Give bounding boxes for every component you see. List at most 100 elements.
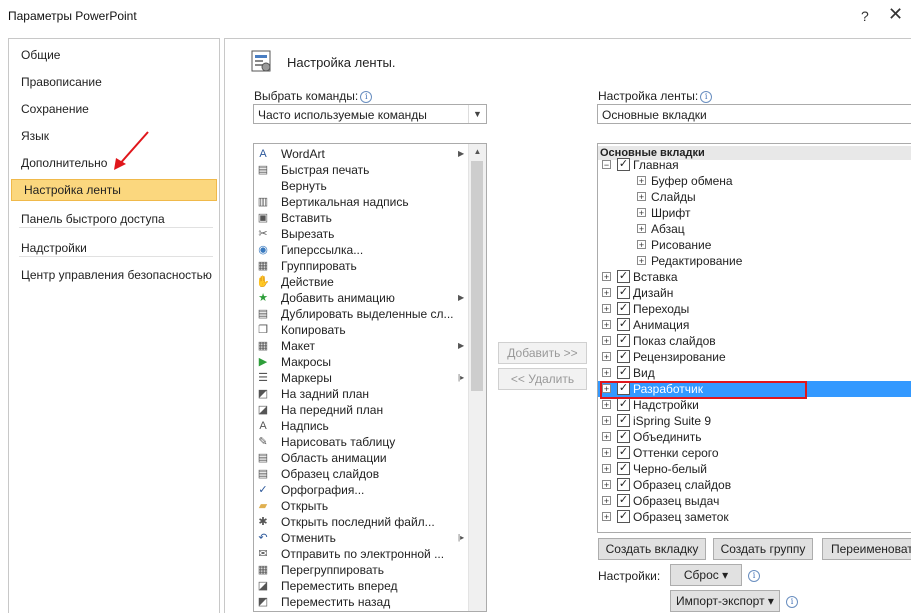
ribbon-tab-item[interactable]: + Шрифт (598, 205, 911, 221)
command-item[interactable]: ✋ Действие (254, 274, 470, 290)
command-item[interactable]: ▤ Область анимации (254, 450, 470, 466)
import-export-button[interactable]: Импорт-экспорт ▾ (670, 590, 780, 612)
sidebar-item[interactable]: Настройка ленты (11, 179, 217, 201)
tab-checkbox[interactable]: ✓ (617, 414, 630, 427)
rename-button[interactable]: Переименовать... (822, 538, 911, 560)
new-group-button[interactable]: Создать группу (713, 538, 813, 560)
command-item[interactable]: ✂ Вырезать (254, 226, 470, 242)
ribbon-tab-item[interactable]: + ✓ Образец выдач (598, 493, 911, 509)
tab-checkbox[interactable]: ✓ (617, 270, 630, 283)
ribbon-tab-item[interactable]: + Редактирование (598, 253, 911, 269)
tab-checkbox[interactable]: ✓ (617, 478, 630, 491)
ribbon-tab-item[interactable]: + ✓ Вид (598, 365, 911, 381)
command-item[interactable]: ▦ Группировать (254, 258, 470, 274)
command-item[interactable]: ↶ Отменить |▸ (254, 530, 470, 546)
command-item[interactable]: ▤ Быстрая печать (254, 162, 470, 178)
command-item[interactable]: ▤ Образец слайдов (254, 466, 470, 482)
ribbon-select[interactable]: Основные вкладки (597, 104, 911, 124)
command-item[interactable]: ▶ Макросы (254, 354, 470, 370)
ribbon-tab-item[interactable]: + ✓ Объединить (598, 429, 911, 445)
tab-checkbox[interactable]: ✓ (617, 350, 630, 363)
remove-button[interactable]: << Удалить (498, 368, 587, 390)
ribbon-tab-item[interactable]: + ✓ Образец заметок (598, 509, 911, 525)
expand-icon[interactable]: + (602, 480, 611, 490)
ribbon-tab-item[interactable]: + ✓ iSpring Suite 9 (598, 413, 911, 429)
command-item[interactable]: ✱ Открыть последний файл... (254, 514, 470, 530)
commands-list[interactable]: ▲ A WordArt ▶ ▤ Быстрая печать Вернуть ▥ Вертик… (253, 143, 487, 612)
expand-icon[interactable]: + (602, 448, 611, 458)
tab-checkbox[interactable]: ✓ (617, 430, 630, 443)
command-item[interactable]: ▰ Открыть (254, 498, 470, 514)
collapse-icon[interactable]: − (602, 160, 611, 170)
command-item[interactable]: ▤ Дублировать выделенные сл... (254, 306, 470, 322)
tab-checkbox[interactable]: ✓ (617, 318, 630, 331)
tab-checkbox[interactable]: ✓ (617, 398, 630, 411)
ribbon-tab-item[interactable]: + ✓ Образец слайдов (598, 477, 911, 493)
expand-icon[interactable]: + (637, 176, 646, 186)
expand-icon[interactable]: + (602, 304, 611, 314)
expand-icon[interactable]: + (602, 336, 611, 346)
command-item[interactable]: ▦ Перегруппировать (254, 562, 470, 578)
ribbon-tab-item[interactable]: + ✓ Переходы (598, 301, 911, 317)
expand-icon[interactable]: + (602, 464, 611, 474)
tab-checkbox[interactable]: ✓ (617, 302, 630, 315)
sidebar-item[interactable]: Центр управления безопасностью (9, 264, 217, 286)
ribbon-tab-item[interactable]: + ✓ Рецензирование (598, 349, 911, 365)
command-item[interactable]: ◩ На задний план (254, 386, 470, 402)
ribbon-tab-item[interactable]: + ✓ Дизайн (598, 285, 911, 301)
expand-icon[interactable]: + (602, 272, 611, 282)
command-item[interactable]: A WordArt ▶ (254, 146, 470, 162)
command-item[interactable]: ✓ Орфография... (254, 482, 470, 498)
help-button[interactable]: ? (861, 8, 869, 24)
ribbon-tab-item[interactable]: + ✓ Оттенки серого (598, 445, 911, 461)
expand-icon[interactable]: + (602, 368, 611, 378)
expand-icon[interactable]: + (637, 208, 646, 218)
command-item[interactable]: A Надпись (254, 418, 470, 434)
ribbon-tab-item[interactable]: + ✓ Анимация (598, 317, 911, 333)
expand-icon[interactable]: + (602, 496, 611, 506)
commands-select[interactable]: Часто используемые команды ▼ (253, 104, 487, 124)
expand-icon[interactable]: + (602, 320, 611, 330)
command-item[interactable]: ▦ Макет ▶ (254, 338, 470, 354)
tab-checkbox[interactable]: ✓ (617, 334, 630, 347)
tab-checkbox[interactable]: ✓ (617, 510, 630, 523)
command-item[interactable]: ❐ Копировать (254, 322, 470, 338)
expand-icon[interactable]: + (602, 416, 611, 426)
expand-icon[interactable]: + (637, 224, 646, 234)
command-item[interactable]: ✉ Отправить по электронной ... (254, 546, 470, 562)
ribbon-tab-item[interactable]: + Буфер обмена (598, 173, 911, 189)
expand-icon[interactable]: + (637, 240, 646, 250)
sidebar-item[interactable]: Сохранение (9, 98, 217, 120)
ribbon-tab-item[interactable]: + Слайды (598, 189, 911, 205)
new-tab-button[interactable]: Создать вкладку (598, 538, 706, 560)
tab-checkbox[interactable]: ✓ (617, 286, 630, 299)
ribbon-tab-item[interactable]: + Абзац (598, 221, 911, 237)
expand-icon[interactable]: + (602, 288, 611, 298)
ribbon-tab-item[interactable]: + ✓ Вставка (598, 269, 911, 285)
command-item[interactable]: ▥ Вертикальная надпись (254, 194, 470, 210)
add-button[interactable]: Добавить >> (498, 342, 587, 364)
command-item[interactable]: ◪ На передний план (254, 402, 470, 418)
command-item[interactable]: ◉ Гиперссылка... (254, 242, 470, 258)
command-item[interactable]: ◪ Переместить вперед (254, 578, 470, 594)
command-item[interactable]: ☰ Маркеры |▸ (254, 370, 470, 386)
expand-icon[interactable]: + (602, 432, 611, 442)
expand-icon[interactable]: + (637, 192, 646, 202)
expand-icon[interactable]: + (637, 256, 646, 266)
tab-checkbox[interactable]: ✓ (617, 462, 630, 475)
chevron-down-icon[interactable]: ▼ (468, 105, 486, 123)
tab-checkbox[interactable]: ✓ (617, 366, 630, 379)
scroll-thumb[interactable] (471, 161, 483, 391)
command-item[interactable]: Вернуть (254, 178, 470, 194)
tab-checkbox[interactable]: ✓ (617, 158, 630, 171)
ribbon-tab-item[interactable]: + ✓ Надстройки (598, 397, 911, 413)
ribbon-tab-item[interactable]: − ✓ Главная (598, 157, 911, 173)
sidebar-item[interactable]: Общие (9, 44, 217, 66)
command-item[interactable]: ▣ Вставить (254, 210, 470, 226)
close-button[interactable]: ✕ (888, 4, 903, 25)
sidebar-item[interactable]: Правописание (9, 71, 217, 93)
expand-icon[interactable]: + (602, 400, 611, 410)
ribbon-tab-item[interactable]: + Рисование (598, 237, 911, 253)
reset-button[interactable]: Сброс ▾ (670, 564, 742, 586)
expand-icon[interactable]: + (602, 512, 611, 522)
